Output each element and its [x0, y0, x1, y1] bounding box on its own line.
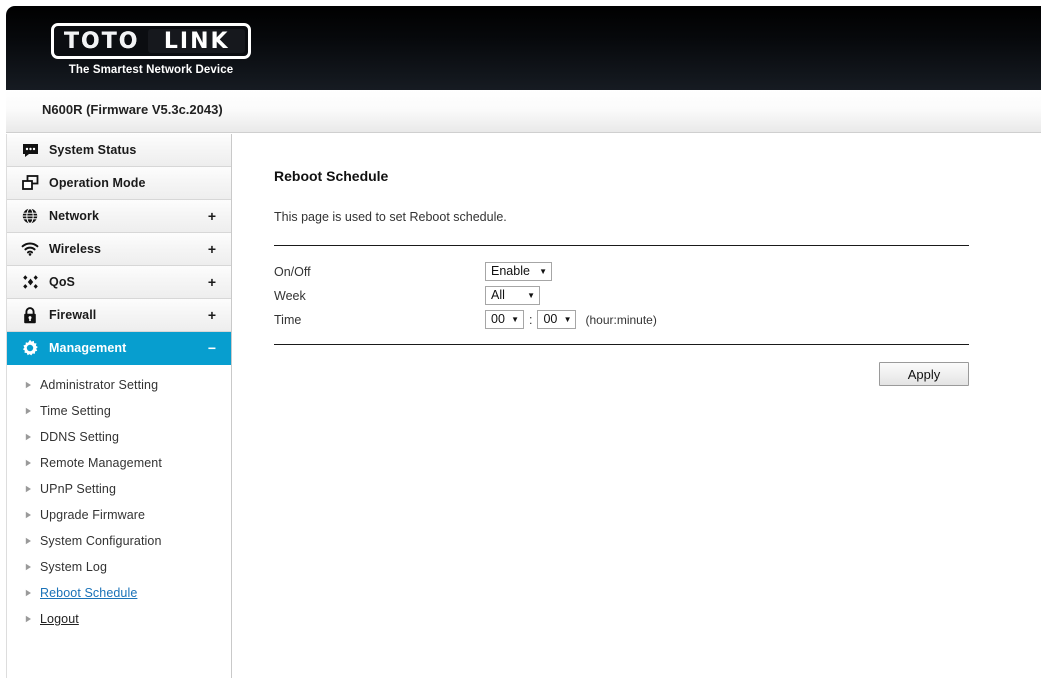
time-hour-select[interactable]: 00 ▼: [485, 310, 524, 329]
sidebar-item-network[interactable]: Network +: [7, 200, 231, 233]
time-format-hint: (hour:minute): [585, 312, 657, 327]
form-row-week: Week All ▼: [274, 284, 969, 307]
bullet-arrow-icon: [24, 589, 33, 598]
form-row-onoff: On/Off Enable ▼: [274, 260, 969, 283]
chevron-down-icon: ▼: [539, 266, 547, 276]
logo-primary-text: TOTO: [64, 28, 140, 54]
sidebar-item-label: Network: [49, 209, 100, 223]
sidebar-toggle: +: [207, 208, 216, 224]
bullet-arrow-icon: [24, 511, 33, 520]
content-inner: Reboot Schedule This page is used to set…: [274, 168, 969, 386]
speech-bubble-icon: [19, 139, 41, 161]
bullet-arrow-icon: [24, 459, 33, 468]
windows-icon: [19, 172, 41, 194]
week-label: Week: [274, 288, 306, 303]
sidebar-toggle: −: [207, 340, 216, 356]
lock-icon: [19, 304, 41, 326]
sidebar-item-management[interactable]: Management −: [7, 332, 231, 365]
management-submenu: Administrator Setting Time Setting DDNS …: [7, 365, 231, 632]
time-label: Time: [274, 312, 302, 327]
submenu-item-time-setting[interactable]: Time Setting: [7, 398, 231, 424]
brand-banner: TOTO LINK The Smartest Network Device: [6, 6, 1041, 90]
submenu-item-label: Time Setting: [40, 404, 111, 418]
sidebar-item-qos[interactable]: QoS +: [7, 266, 231, 299]
submenu-item-label: Logout: [40, 612, 79, 626]
sidebar-item-system-status[interactable]: System Status: [7, 134, 231, 167]
bullet-arrow-icon: [24, 563, 33, 572]
submenu-item-remote-management[interactable]: Remote Management: [7, 450, 231, 476]
submenu-item-label: DDNS Setting: [40, 430, 120, 444]
sidebar-item-wireless[interactable]: Wireless +: [7, 233, 231, 266]
submenu-item-label: UPnP Setting: [40, 482, 117, 496]
week-select[interactable]: All ▼: [485, 286, 540, 305]
week-select-value: All: [491, 288, 505, 303]
submenu-item-reboot-schedule[interactable]: Reboot Schedule: [7, 580, 231, 606]
submenu-item-logout[interactable]: Logout: [7, 606, 231, 632]
device-model-firmware: N600R (Firmware V5.3c.2043): [42, 102, 223, 117]
sidebar: System Status Operation Mode Network + W…: [6, 134, 232, 678]
sidebar-toggle: +: [207, 241, 216, 257]
week-field: All ▼: [485, 286, 540, 305]
sidebar-item-label: Wireless: [49, 242, 102, 256]
time-hour-value: 00: [491, 312, 505, 327]
submenu-item-upnp-setting[interactable]: UPnP Setting: [7, 476, 231, 502]
main-content: Reboot Schedule This page is used to set…: [233, 134, 1041, 678]
time-minute-value: 00: [543, 312, 558, 327]
onoff-field: Enable ▼: [485, 262, 552, 281]
time-field: 00 ▼ : 00 ▼ (hour:minute): [485, 310, 657, 329]
onoff-select[interactable]: Enable ▼: [485, 262, 552, 281]
device-info-bar: N600R (Firmware V5.3c.2043): [6, 90, 1041, 133]
apply-bar: Apply: [274, 345, 969, 386]
sidebar-toggle: +: [207, 307, 216, 323]
sidebar-item-label: Operation Mode: [49, 176, 146, 190]
onoff-select-value: Enable: [491, 264, 530, 279]
bullet-arrow-icon: [24, 433, 33, 442]
submenu-item-administrator-setting[interactable]: Administrator Setting: [7, 372, 231, 398]
submenu-item-ddns-setting[interactable]: DDNS Setting: [7, 424, 231, 450]
logo: TOTO LINK The Smartest Network Device: [51, 23, 257, 76]
time-separator: :: [529, 312, 533, 327]
submenu-item-label: Upgrade Firmware: [40, 508, 146, 522]
form-row-time: Time 00 ▼ : 00 ▼ (hour:minute): [274, 308, 969, 331]
logo-secondary-text: LINK: [148, 29, 245, 54]
submenu-item-label: Administrator Setting: [40, 378, 159, 392]
chevron-down-icon: ▼: [563, 314, 572, 324]
submenu-item-upgrade-firmware[interactable]: Upgrade Firmware: [7, 502, 231, 528]
sidebar-toggle: +: [207, 274, 216, 290]
chevron-down-icon: ▼: [527, 290, 535, 300]
page-title: Reboot Schedule: [274, 168, 389, 184]
reboot-schedule-form: On/Off Enable ▼ Week All ▼ Time 00 ▼: 0…: [274, 246, 969, 344]
sidebar-item-label: QoS: [49, 275, 75, 289]
onoff-label: On/Off: [274, 264, 311, 279]
apply-button[interactable]: Apply: [879, 362, 969, 386]
sidebar-item-label: Management: [49, 341, 127, 355]
submenu-item-label: Remote Management: [40, 456, 162, 470]
chevron-down-icon: ▼: [511, 314, 519, 324]
brand-tagline: The Smartest Network Device: [68, 64, 234, 76]
router-admin-page: TOTO LINK The Smartest Network Device N6…: [0, 0, 1041, 678]
page-description: This page is used to set Reboot schedule…: [274, 210, 507, 224]
submenu-item-system-configuration[interactable]: System Configuration: [7, 528, 231, 554]
logo-box: TOTO LINK: [51, 23, 251, 59]
bullet-arrow-icon: [24, 485, 33, 494]
time-minute-select[interactable]: 00 ▼: [537, 310, 577, 329]
gear-icon: [19, 337, 41, 359]
sidebar-item-label: System Status: [49, 143, 137, 157]
wifi-icon: [19, 238, 41, 260]
bullet-arrow-icon: [24, 381, 33, 390]
sidebar-item-operation-mode[interactable]: Operation Mode: [7, 167, 231, 200]
bullet-arrow-icon: [24, 537, 33, 546]
submenu-item-label: Reboot Schedule: [40, 586, 138, 600]
submenu-item-system-log[interactable]: System Log: [7, 554, 231, 580]
submenu-item-label: System Configuration: [40, 534, 162, 548]
globe-icon: [19, 205, 41, 227]
diamonds-icon: [19, 271, 41, 293]
sidebar-item-label: Firewall: [49, 308, 97, 322]
bullet-arrow-icon: [24, 615, 33, 624]
submenu-item-label: System Log: [40, 560, 108, 574]
sidebar-item-firewall[interactable]: Firewall +: [7, 299, 231, 332]
bullet-arrow-icon: [24, 407, 33, 416]
